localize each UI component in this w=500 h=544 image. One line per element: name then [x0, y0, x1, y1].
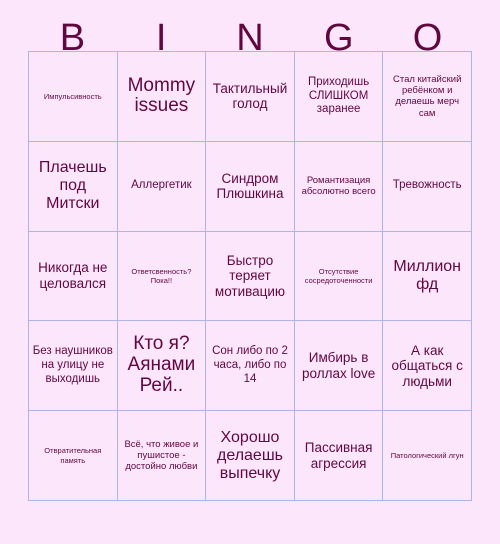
- bingo-cell-label: Mommy issues: [127, 74, 196, 117]
- bingo-cell-label: Быстро теряет мотивацию: [214, 252, 286, 299]
- bingo-cell-label: Имбирь в роллах love: [301, 350, 376, 381]
- bingo-cell-label: Аллергетик: [131, 179, 192, 192]
- bingo-cell-label: Тактильный голод: [212, 80, 288, 112]
- bingo-cell-r5c2[interactable]: Всё, что живое и пушистое - достойно люб…: [117, 411, 207, 501]
- bingo-cell-label: А как общаться с людьми: [391, 342, 463, 389]
- bingo-cell-r3c4[interactable]: Отсутствие сосредоточенности: [294, 231, 384, 322]
- bingo-cell-r5c5[interactable]: Патологический лгун: [383, 411, 472, 501]
- bingo-cell-r4c3[interactable]: Сон либо по 2 часа, либо по 14: [206, 321, 295, 412]
- bingo-cell-label: Стал китайский ребёнком и делаешь мерч с…: [392, 73, 462, 119]
- bingo-cell-label: Импульсивность: [43, 91, 102, 101]
- bingo-cell-label: Ответсвенность? Пока!!: [131, 266, 192, 285]
- bingo-cell-r5c1[interactable]: Отвратительная память: [29, 411, 118, 501]
- bingo-letter-n: N: [236, 17, 264, 59]
- bingo-letter-b: B: [59, 17, 86, 59]
- bingo-cell-label: Отвратительная память: [44, 446, 102, 465]
- bingo-cell-label: Приходишь СЛИШКОМ заранее: [307, 76, 370, 116]
- bingo-cell-r2c1[interactable]: Плачешь под Митски: [29, 141, 118, 232]
- bingo-cell-r3c3[interactable]: Быстро теряет мотивацию: [206, 231, 295, 322]
- bingo-letter-o: O: [412, 17, 443, 59]
- bingo-cell-label: Патологический лгун: [390, 450, 464, 460]
- bingo-cell-label: Романтизация абсолютно всего: [301, 174, 376, 198]
- bingo-cell-label: Сон либо по 2 часа, либо по 14: [212, 345, 288, 385]
- bingo-cell-label: Никогда не целовался: [38, 260, 108, 291]
- bingo-card: B I N G O Импульсивность Mommy issues Такт…: [0, 0, 500, 544]
- bingo-cell-r3c1[interactable]: Никогда не целовался: [29, 231, 118, 322]
- bingo-cell-r1c5[interactable]: Стал китайский ребёнком и делаешь мерч с…: [383, 52, 472, 142]
- bingo-cell-r4c2[interactable]: Кто я? Аянами Рей..: [117, 321, 207, 412]
- bingo-cell-label: Всё, что живое и пушистое - достойно люб…: [124, 438, 199, 473]
- bingo-cell-r4c4[interactable]: Имбирь в роллах love: [294, 321, 384, 412]
- bingo-cell-r2c4[interactable]: Романтизация абсолютно всего: [294, 141, 384, 232]
- bingo-cell-r2c5[interactable]: Тревожность: [383, 141, 472, 232]
- bingo-cell-label: Тревожность: [392, 179, 462, 192]
- bingo-cell-label: Миллион фд: [393, 258, 461, 293]
- bingo-cell-r1c4[interactable]: Приходишь СЛИШКОМ заранее: [294, 52, 384, 142]
- bingo-cell-r5c3[interactable]: Хорошо делаешь выпечку: [206, 411, 295, 501]
- bingo-cell-r1c1[interactable]: Импульсивность: [29, 52, 118, 142]
- bingo-cell-r4c5[interactable]: А как общаться с людьми: [383, 321, 472, 412]
- bingo-title: B I N G O: [28, 0, 472, 59]
- bingo-cell-r4c1[interactable]: Без наушников на улицу не выходишь: [29, 321, 118, 412]
- bingo-cell-label: Без наушников на улицу не выходишь: [32, 345, 113, 385]
- bingo-cell-label: Синдром Плюшкина: [216, 170, 284, 202]
- bingo-cell-label: Кто я? Аянами Рей..: [127, 333, 196, 397]
- bingo-grid: Импульсивность Mommy issues Тактильный гол…: [28, 51, 472, 501]
- bingo-cell-r3c5[interactable]: Миллион фд: [383, 231, 472, 322]
- bingo-cell-r1c3[interactable]: Тактильный голод: [206, 52, 295, 142]
- bingo-letter-i: I: [155, 17, 167, 59]
- bingo-cell-r2c2[interactable]: Аллергетик: [117, 141, 207, 232]
- bingo-letter-g: G: [324, 17, 354, 59]
- bingo-cell-r2c3[interactable]: Синдром Плюшкина: [206, 141, 295, 232]
- bingo-cell-label: Пассивная агрессия: [304, 440, 373, 471]
- bingo-cell-label: Отсутствие сосредоточенности: [304, 266, 373, 285]
- bingo-cell-r5c4[interactable]: Пассивная агрессия: [294, 411, 384, 501]
- bingo-cell-label: Хорошо делаешь выпечку: [216, 428, 283, 482]
- bingo-cell-label: Плачешь под Митски: [38, 159, 107, 213]
- bingo-cell-r1c2[interactable]: Mommy issues: [117, 52, 207, 142]
- bingo-cell-r3c2[interactable]: Ответсвенность? Пока!!: [117, 231, 207, 322]
